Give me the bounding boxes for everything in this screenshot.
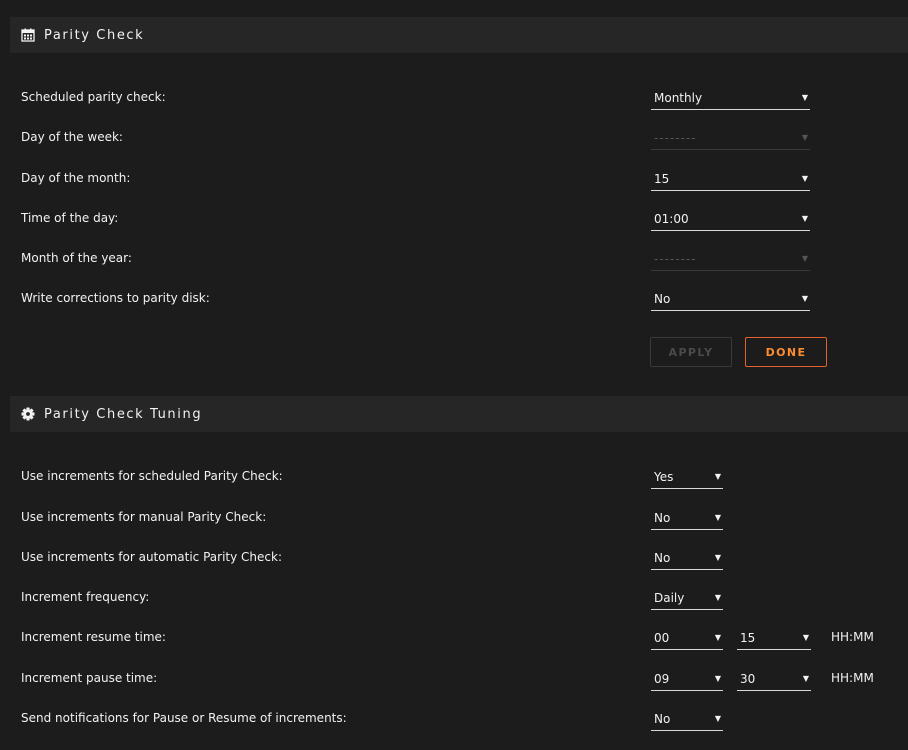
select-value: 00 bbox=[654, 630, 670, 645]
increment-frequency-label: Increment frequency: bbox=[21, 590, 150, 604]
caret-down-icon: ▼ bbox=[714, 513, 721, 522]
increments-scheduled-select[interactable]: Yes ▼ bbox=[651, 465, 723, 489]
select-value: 01:00 bbox=[654, 211, 689, 226]
caret-down-icon: ▼ bbox=[801, 174, 808, 183]
caret-down-icon: ▼ bbox=[801, 294, 808, 303]
write-corrections-label: Write corrections to parity disk: bbox=[21, 291, 210, 305]
month-of-year-label: Month of the year: bbox=[21, 251, 132, 265]
caret-down-icon: ▼ bbox=[714, 674, 721, 683]
select-value: No bbox=[654, 711, 671, 726]
select-value: 15 bbox=[740, 630, 756, 645]
increments-scheduled-label: Use increments for scheduled Parity Chec… bbox=[21, 469, 283, 483]
pause-hour-select[interactable]: 09 ▼ bbox=[651, 667, 723, 691]
select-value: 15 bbox=[654, 171, 670, 186]
scheduled-parity-check-label: Scheduled parity check: bbox=[21, 90, 166, 104]
select-value: Monthly bbox=[654, 90, 703, 105]
resume-minute-select[interactable]: 15 ▼ bbox=[737, 626, 811, 650]
day-of-week-select: -------- ▼ bbox=[651, 126, 810, 150]
day-of-month-select[interactable]: 15 ▼ bbox=[651, 167, 810, 191]
caret-down-icon: ▼ bbox=[714, 593, 721, 602]
day-of-week-label: Day of the week: bbox=[21, 130, 123, 144]
scheduled-parity-check-select[interactable]: Monthly ▼ bbox=[651, 86, 810, 110]
calendar-icon bbox=[21, 28, 35, 42]
select-value: No bbox=[654, 510, 671, 525]
select-value: 09 bbox=[654, 671, 670, 686]
pause-minute-select[interactable]: 30 ▼ bbox=[737, 667, 811, 691]
caret-down-icon: ▼ bbox=[801, 93, 808, 102]
increments-manual-label: Use increments for manual Parity Check: bbox=[21, 510, 267, 524]
apply-button[interactable]: APPLY bbox=[650, 337, 732, 367]
day-of-month-label: Day of the month: bbox=[21, 171, 131, 185]
time-of-day-label: Time of the day: bbox=[21, 211, 119, 225]
select-value: No bbox=[654, 550, 671, 565]
increments-manual-select[interactable]: No ▼ bbox=[651, 506, 723, 530]
caret-down-icon: ▼ bbox=[714, 633, 721, 642]
increment-resume-time-label: Increment resume time: bbox=[21, 630, 166, 644]
select-value: Yes bbox=[654, 469, 674, 484]
select-value: Daily bbox=[654, 590, 685, 605]
select-value: 30 bbox=[740, 671, 756, 686]
section-title: Parity Check bbox=[44, 27, 145, 43]
select-value: -------- bbox=[654, 251, 697, 266]
write-corrections-select[interactable]: No ▼ bbox=[651, 287, 810, 311]
send-notifications-label: Send notifications for Pause or Resume o… bbox=[21, 711, 347, 725]
select-value: No bbox=[654, 291, 671, 306]
caret-down-icon: ▼ bbox=[801, 214, 808, 223]
time-format-label: HH:MM bbox=[831, 671, 874, 685]
caret-down-icon: ▼ bbox=[714, 714, 721, 723]
caret-down-icon: ▼ bbox=[714, 472, 721, 481]
resume-hour-select[interactable]: 00 ▼ bbox=[651, 626, 723, 650]
send-notifications-select[interactable]: No ▼ bbox=[651, 707, 723, 731]
time-of-day-select[interactable]: 01:00 ▼ bbox=[651, 207, 810, 231]
section-title: Parity Check Tuning bbox=[44, 406, 203, 422]
parity-check-tuning-header: Parity Check Tuning bbox=[10, 396, 908, 432]
caret-down-icon: ▼ bbox=[714, 553, 721, 562]
caret-down-icon: ▼ bbox=[801, 254, 808, 263]
time-format-label: HH:MM bbox=[831, 630, 874, 644]
select-value: -------- bbox=[654, 130, 697, 145]
gear-icon bbox=[21, 407, 35, 421]
increments-automatic-label: Use increments for automatic Parity Chec… bbox=[21, 550, 282, 564]
month-of-year-select: -------- ▼ bbox=[651, 247, 810, 271]
caret-down-icon: ▼ bbox=[802, 674, 809, 683]
caret-down-icon: ▼ bbox=[802, 633, 809, 642]
caret-down-icon: ▼ bbox=[801, 133, 808, 142]
increments-automatic-select[interactable]: No ▼ bbox=[651, 546, 723, 570]
increment-frequency-select[interactable]: Daily ▼ bbox=[651, 586, 723, 610]
increment-pause-time-label: Increment pause time: bbox=[21, 671, 158, 685]
done-button[interactable]: DONE bbox=[745, 337, 827, 367]
parity-check-header: Parity Check bbox=[10, 17, 908, 53]
